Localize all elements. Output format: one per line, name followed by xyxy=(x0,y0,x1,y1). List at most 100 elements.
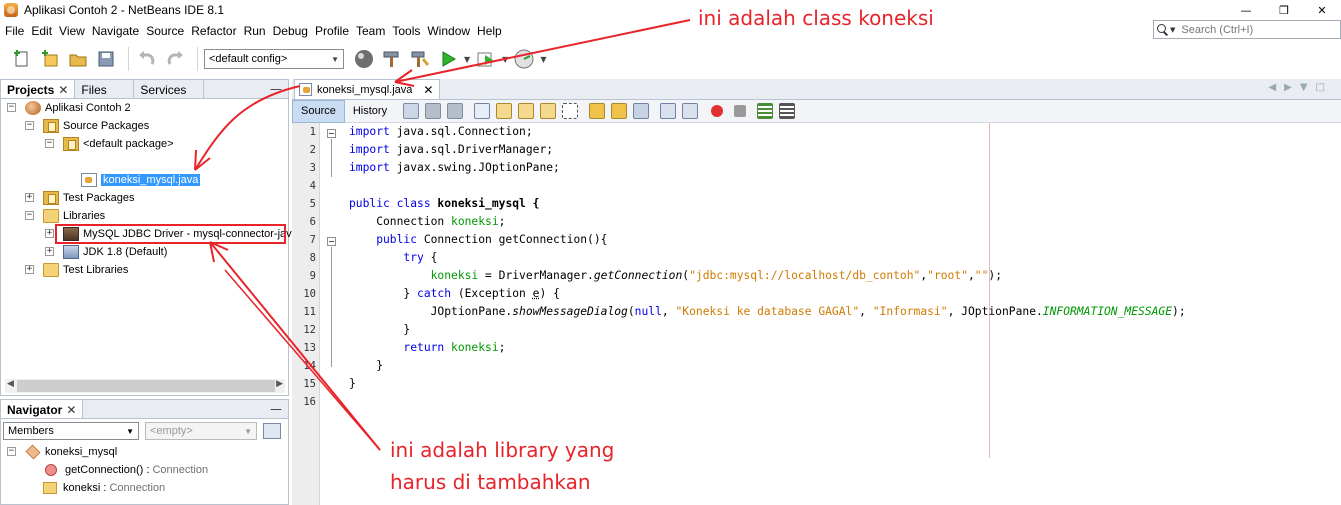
uncomment-icon[interactable] xyxy=(779,103,796,119)
last-edit-icon[interactable] xyxy=(403,103,420,119)
tab-scroll-arrows-icon[interactable]: ◀▶▼□ xyxy=(1268,82,1333,93)
forward-icon[interactable] xyxy=(447,103,464,119)
find-next-icon[interactable] xyxy=(518,103,535,119)
code-keyword: import xyxy=(349,125,390,138)
navigator-member-node[interactable]: getConnection() : Connection xyxy=(45,461,208,479)
start-macro-recording-icon[interactable] xyxy=(711,105,724,117)
fold-toggle-icon[interactable] xyxy=(327,237,336,246)
tree-node-source-packages[interactable]: Source Packages xyxy=(43,117,149,135)
menu-edit[interactable]: Edit xyxy=(28,24,55,38)
collapse-icon[interactable]: − xyxy=(25,121,34,130)
search-icon[interactable] xyxy=(1157,23,1169,36)
expand-icon[interactable]: + xyxy=(25,265,34,274)
tree-node-libraries[interactable]: Libraries xyxy=(43,207,105,225)
find-previous-icon[interactable] xyxy=(496,103,513,119)
expand-icon[interactable]: + xyxy=(45,247,54,256)
minimize-panel-icon[interactable]: — xyxy=(270,402,282,416)
java-file-icon xyxy=(81,173,97,187)
debug-dropdown-icon[interactable]: ▼ xyxy=(502,55,508,64)
tree-node-project[interactable]: Aplikasi Contoh 2 xyxy=(25,99,131,117)
expand-icon[interactable]: + xyxy=(25,193,34,202)
shift-right-icon[interactable] xyxy=(682,103,699,119)
member-separator: : xyxy=(143,464,153,476)
members-filter-select[interactable]: Members ▼ xyxy=(3,422,139,440)
close-icon[interactable]: ✕ xyxy=(423,83,433,97)
comment-icon[interactable] xyxy=(757,103,774,119)
navigator-member-node[interactable]: koneksi : Connection xyxy=(43,479,165,497)
open-project-icon[interactable] xyxy=(66,47,90,71)
profile-dropdown-icon[interactable]: ▼ xyxy=(540,55,546,64)
scroll-right-icon[interactable]: ▶ xyxy=(276,379,283,389)
collapse-icon[interactable]: − xyxy=(7,103,16,112)
close-window-button[interactable]: ✕ xyxy=(1303,0,1341,20)
empty-select[interactable]: <empty> ▼ xyxy=(145,422,257,440)
back-icon[interactable] xyxy=(425,103,442,119)
run-dropdown-icon[interactable]: ▼ xyxy=(464,55,470,64)
tab-koneksi-mysql-java[interactable]: koneksi_mysql.java ✕ xyxy=(294,79,441,99)
save-all-icon[interactable] xyxy=(94,47,118,71)
stop-macro-recording-icon[interactable] xyxy=(734,105,747,117)
menu-window[interactable]: Window xyxy=(424,24,473,38)
menu-view[interactable]: View xyxy=(56,24,88,38)
source-view-button[interactable]: Source xyxy=(292,99,345,123)
menu-run[interactable]: Run xyxy=(241,24,269,38)
navigator-settings-icon[interactable] xyxy=(263,423,281,439)
menu-tools[interactable]: Tools xyxy=(389,24,423,38)
clean-build-icon[interactable] xyxy=(408,47,432,71)
horizontal-scrollbar[interactable]: ◀ ▶ xyxy=(5,379,285,393)
rectangular-selection-icon[interactable] xyxy=(562,103,579,119)
run-project-icon[interactable] xyxy=(436,47,460,71)
previous-bookmark-icon[interactable] xyxy=(589,103,606,119)
code-text: ); xyxy=(1172,305,1186,318)
expand-icon[interactable]: + xyxy=(45,229,54,238)
code-text: ); xyxy=(988,269,1002,282)
menu-file[interactable]: File xyxy=(2,24,27,38)
toggle-bookmark-icon[interactable] xyxy=(633,103,650,119)
tree-node-test-packages[interactable]: Test Packages xyxy=(43,189,135,207)
tree-node-koneksi-mysql-java[interactable]: koneksi_mysql.java xyxy=(81,171,201,189)
find-selection-icon[interactable] xyxy=(540,103,557,119)
tab-navigator[interactable]: Navigator ✕ xyxy=(1,400,84,418)
fold-toggle-icon[interactable] xyxy=(327,129,336,138)
collapse-icon[interactable]: − xyxy=(25,211,34,220)
close-icon[interactable]: ✕ xyxy=(58,83,68,97)
profile-project-icon[interactable] xyxy=(512,47,536,71)
tab-files[interactable]: Files xyxy=(75,80,135,98)
menu-team[interactable]: Team xyxy=(353,24,388,38)
minimize-button[interactable]: — xyxy=(1227,0,1265,20)
next-bookmark-icon[interactable] xyxy=(611,103,628,119)
tree-node-test-libraries[interactable]: Test Libraries xyxy=(43,261,128,279)
navigator-class-node[interactable]: koneksi_mysql xyxy=(25,443,117,461)
build-hammer-icon[interactable] xyxy=(380,47,404,71)
collapse-icon[interactable]: − xyxy=(7,447,16,456)
tab-projects[interactable]: Projects ✕ xyxy=(1,80,76,98)
menu-refactor[interactable]: Refactor xyxy=(188,24,239,38)
configuration-select[interactable]: <default config> ▼ xyxy=(204,49,344,69)
debug-project-icon[interactable] xyxy=(474,47,498,71)
minimize-panel-icon[interactable]: — xyxy=(270,82,282,96)
shift-left-icon[interactable] xyxy=(660,103,677,119)
new-file-icon[interactable] xyxy=(10,47,34,71)
new-project-icon[interactable] xyxy=(38,47,62,71)
globe-icon[interactable] xyxy=(352,47,376,71)
scroll-left-icon[interactable]: ◀ xyxy=(7,379,14,389)
maximize-button[interactable]: ❐ xyxy=(1265,0,1303,20)
search-dropdown-icon[interactable]: ▼ xyxy=(1170,26,1175,34)
close-icon[interactable]: ✕ xyxy=(66,403,76,417)
redo-icon[interactable] xyxy=(163,47,187,71)
tree-node-default-package[interactable]: <default package> xyxy=(63,135,174,153)
menu-debug[interactable]: Debug xyxy=(270,24,311,38)
menu-source[interactable]: Source xyxy=(143,24,187,38)
collapse-icon[interactable]: − xyxy=(45,139,54,148)
scrollbar-thumb[interactable] xyxy=(17,380,275,392)
history-view-button[interactable]: History xyxy=(345,100,395,123)
find-icon[interactable] xyxy=(474,103,491,119)
tree-node-jdk[interactable]: JDK 1.8 (Default) xyxy=(63,243,167,261)
tab-services[interactable]: Services xyxy=(134,80,205,98)
menu-profile[interactable]: Profile xyxy=(312,24,352,38)
undo-icon[interactable] xyxy=(135,47,159,71)
menu-navigate[interactable]: Navigate xyxy=(89,24,142,38)
search-input[interactable] xyxy=(1181,23,1332,36)
menu-help[interactable]: Help xyxy=(474,24,505,38)
class-annotation-note: ini adalah class koneksi xyxy=(698,6,934,30)
